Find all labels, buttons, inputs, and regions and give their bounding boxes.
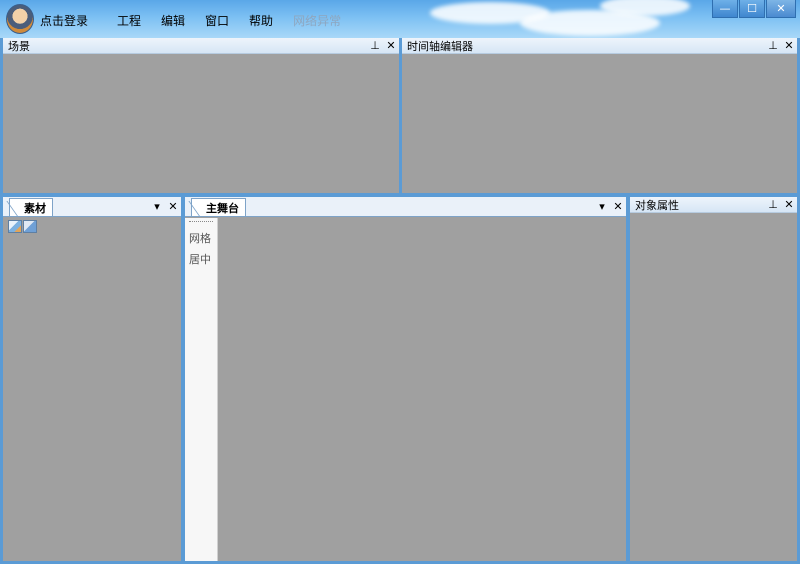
scene-panel-header: 场景 ⊥ ✕ xyxy=(3,38,399,54)
maximize-button[interactable]: ☐ xyxy=(739,0,765,18)
pin-icon[interactable]: ⊥ xyxy=(765,197,781,213)
close-icon[interactable]: ✕ xyxy=(165,198,181,214)
minimize-button[interactable]: — xyxy=(712,0,738,18)
asset-toolbar xyxy=(8,220,37,233)
timeline-panel-header: 时间轴编辑器 ⊥ ✕ xyxy=(402,38,797,54)
network-status: 网络异常 xyxy=(293,14,342,28)
assets-tab-strip: 素材 ▾ ✕ xyxy=(3,197,181,217)
dropdown-icon[interactable]: ▾ xyxy=(594,198,610,214)
properties-panel-title: 对象属性 xyxy=(635,198,679,212)
scene-panel-title: 场景 xyxy=(8,39,30,53)
tab-main-stage[interactable]: 主舞台 xyxy=(191,198,246,216)
timeline-panel: 时间轴编辑器 ⊥ ✕ xyxy=(402,38,797,193)
menu-window[interactable]: 窗口 xyxy=(205,12,229,29)
close-icon[interactable]: ✕ xyxy=(610,198,626,214)
properties-panel-header: 对象属性 ⊥ ✕ xyxy=(630,197,797,213)
center-button[interactable]: 居中 xyxy=(189,251,211,267)
menu-bar: 工程 编辑 窗口 帮助 网络异常 xyxy=(117,12,361,29)
tab-main-stage-label: 主舞台 xyxy=(206,201,239,215)
close-icon[interactable]: ✕ xyxy=(781,38,797,54)
properties-panel: 对象属性 ⊥ ✕ xyxy=(630,197,797,561)
grid-button[interactable]: 网格 xyxy=(189,230,211,246)
stage-panel: 主舞台 ▾ ✕ 网格 居中 xyxy=(185,197,626,561)
timeline-panel-title: 时间轴编辑器 xyxy=(407,39,473,53)
login-link[interactable]: 点击登录 xyxy=(40,12,88,29)
close-icon[interactable]: ✕ xyxy=(383,38,399,54)
pin-icon[interactable]: ⊥ xyxy=(367,38,383,54)
divider xyxy=(189,221,213,222)
close-window-button[interactable]: ✕ xyxy=(766,0,796,18)
stage-side-toolbar: 网格 居中 xyxy=(185,218,218,561)
title-bar: 点击登录 工程 编辑 窗口 帮助 网络异常 — ☐ ✕ xyxy=(0,0,800,38)
stage-tab-strip: 主舞台 ▾ ✕ xyxy=(185,197,626,217)
import-image-icon[interactable] xyxy=(8,220,22,233)
menu-help[interactable]: 帮助 xyxy=(249,12,273,29)
assets-panel: 素材 ▾ ✕ xyxy=(3,197,181,561)
pin-icon[interactable]: ⊥ xyxy=(765,38,781,54)
user-avatar-icon[interactable] xyxy=(6,4,34,34)
tab-assets-label: 素材 xyxy=(24,201,46,215)
menu-project[interactable]: 工程 xyxy=(117,12,141,29)
tab-assets[interactable]: 素材 xyxy=(9,198,53,216)
menu-edit[interactable]: 编辑 xyxy=(161,12,185,29)
close-icon[interactable]: ✕ xyxy=(781,197,797,213)
image-library-icon[interactable] xyxy=(23,220,37,233)
dropdown-icon[interactable]: ▾ xyxy=(149,198,165,214)
window-controls: — ☐ ✕ xyxy=(711,0,796,18)
scene-panel: 场景 ⊥ ✕ xyxy=(3,38,399,193)
